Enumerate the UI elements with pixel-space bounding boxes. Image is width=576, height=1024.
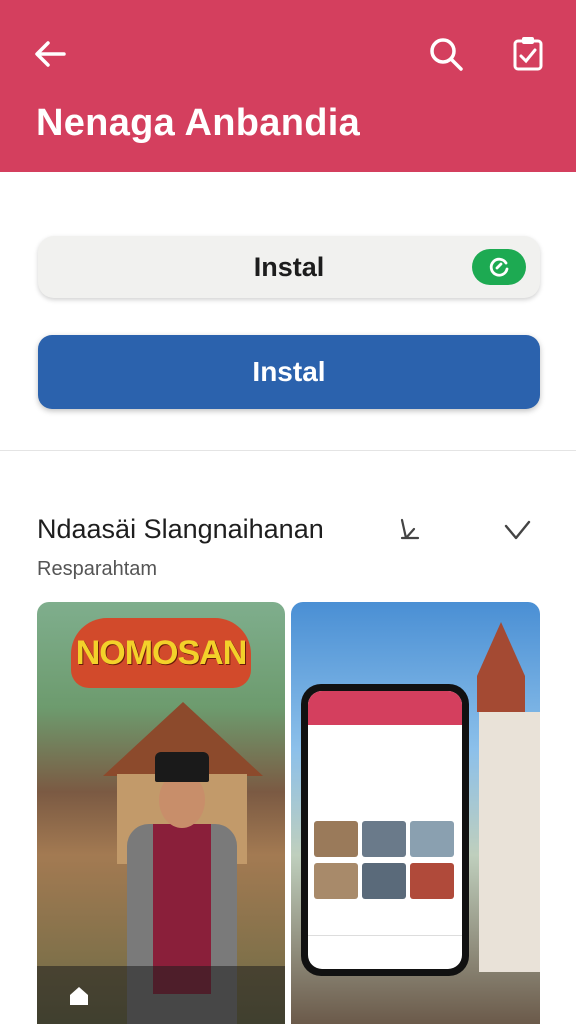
install-secondary-label: Instal	[253, 251, 325, 282]
tower-shape	[477, 622, 525, 712]
install-primary-button[interactable]: Instal	[38, 335, 540, 409]
banner-text: NOMOSAN	[75, 633, 248, 672]
clipboard-check-icon[interactable]	[506, 32, 550, 76]
screenshot-1[interactable]: NOMOSAN	[37, 602, 285, 1024]
phone-app-bar	[308, 691, 462, 725]
screenshot-tab-bar	[37, 966, 285, 1024]
banner: NOMOSAN	[71, 618, 251, 688]
search-icon[interactable]	[424, 32, 468, 76]
section-title: Ndaasäi Slangnaihanan	[37, 514, 324, 544]
phone-mockup	[301, 684, 469, 976]
chevron-down-icon[interactable]	[502, 518, 532, 544]
phone-thumb	[314, 863, 358, 899]
app-title: Nenaga Anbandia	[36, 102, 361, 144]
section-subtitle: Resparahtam	[37, 558, 158, 580]
phone-thumb	[410, 863, 454, 899]
person-cap	[155, 752, 209, 782]
back-arrow-icon[interactable]	[28, 32, 72, 76]
app-bar: Nenaga Anbandia	[0, 0, 576, 172]
phone-thumb	[362, 821, 406, 857]
divider	[0, 450, 576, 451]
edit-icon[interactable]	[396, 516, 422, 544]
phone-nav	[308, 935, 462, 969]
check-icon	[472, 249, 526, 285]
install-secondary-button[interactable]: Instal	[38, 236, 540, 298]
phone-thumb	[410, 821, 454, 857]
phone-thumb	[362, 863, 406, 899]
phone-thumb	[314, 821, 358, 857]
phone-screen	[308, 691, 462, 969]
install-primary-label: Instal	[252, 356, 326, 387]
screenshot-2[interactable]	[291, 602, 540, 1024]
home-icon	[70, 987, 88, 1005]
wall-shape	[479, 712, 540, 972]
